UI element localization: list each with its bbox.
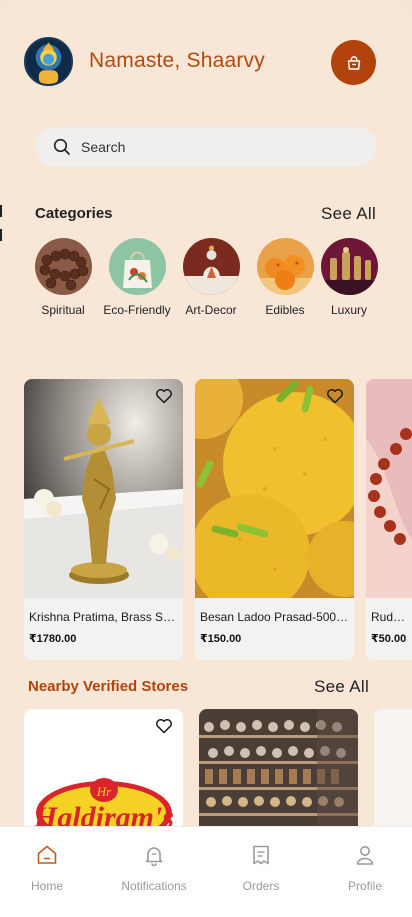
- category-luxury[interactable]: Luxury: [314, 238, 384, 317]
- heart-icon[interactable]: [155, 718, 173, 734]
- category-spiritual-image: [34, 238, 92, 295]
- profile-icon: [356, 846, 374, 865]
- product-card-krishna-pratima[interactable]: Krishna Pratima, Brass Statue ₹1780.00: [24, 379, 183, 660]
- edge-marker: [0, 229, 2, 241]
- product-price: ₹1780.00: [29, 633, 77, 645]
- cart-button[interactable]: [331, 40, 376, 85]
- category-edibles[interactable]: Edibles: [250, 238, 320, 317]
- search-bar[interactable]: [35, 127, 377, 166]
- orders-icon: [253, 845, 269, 865]
- category-art-decor[interactable]: Art-Decor: [176, 238, 246, 317]
- search-input[interactable]: [81, 138, 341, 155]
- category-label: Art-Decor: [185, 303, 237, 317]
- product-card-besan-ladoo[interactable]: Besan Ladoo Prasad-500 Gm ₹150.00: [195, 379, 354, 660]
- product-image: [366, 379, 412, 598]
- nav-label: Profile: [347, 879, 382, 893]
- nearby-stores-title: Nearby Verified Stores: [28, 678, 189, 695]
- nav-notifications[interactable]: Notifications: [114, 843, 194, 893]
- stores-see-all-link[interactable]: See All: [314, 677, 369, 697]
- nav-label: Orders: [242, 879, 280, 893]
- bell-icon: [145, 847, 163, 867]
- nav-profile[interactable]: Profile: [325, 843, 405, 893]
- product-card-rudraksha[interactable]: Rudraksha ₹50.00: [366, 379, 412, 660]
- home-screen: Namaste, Shaarvy Categories See All: [0, 0, 412, 917]
- category-label: Spiritual: [41, 303, 85, 317]
- home-icon: [37, 845, 57, 864]
- nav-label: Notifications: [121, 879, 187, 893]
- category-art-decor-image: [182, 238, 240, 295]
- category-luxury-image: [320, 238, 378, 295]
- nav-home[interactable]: Home: [7, 843, 87, 893]
- bottom-navigation: Home Notifications Orders Profile: [0, 826, 412, 917]
- product-image: [195, 379, 354, 598]
- category-list: Spiritual Eco-Friendly Art-Decor Edibles…: [30, 238, 410, 328]
- search-icon: [53, 138, 70, 155]
- category-eco-friendly-image: [108, 238, 166, 295]
- edge-marker: [0, 205, 2, 217]
- product-image: [24, 379, 183, 598]
- product-name: Rudraksha: [371, 610, 412, 624]
- nav-label: Home: [30, 879, 63, 893]
- heart-icon[interactable]: [326, 388, 344, 404]
- nav-orders[interactable]: Orders: [221, 843, 301, 893]
- category-label: Luxury: [330, 303, 368, 317]
- category-label: Edibles: [265, 303, 305, 317]
- avatar[interactable]: [24, 37, 73, 86]
- shopping-bag-icon: [347, 55, 360, 70]
- product-price: ₹150.00: [200, 633, 242, 645]
- heart-icon[interactable]: [155, 388, 173, 404]
- categories-see-all-link[interactable]: See All: [321, 204, 376, 224]
- product-name: Krishna Pratima, Brass Statue: [29, 610, 183, 624]
- product-price: ₹50.00: [371, 633, 407, 645]
- greeting-text: Namaste, Shaarvy: [89, 49, 265, 72]
- product-name: Besan Ladoo Prasad-500 Gm: [200, 610, 354, 624]
- category-label: Eco-Friendly: [103, 303, 171, 317]
- svg-text:Hr: Hr: [96, 784, 112, 799]
- category-eco-friendly[interactable]: Eco-Friendly: [102, 238, 172, 317]
- category-spiritual[interactable]: Spiritual: [28, 238, 98, 317]
- categories-title: Categories: [35, 205, 113, 222]
- category-edibles-image: [256, 238, 314, 295]
